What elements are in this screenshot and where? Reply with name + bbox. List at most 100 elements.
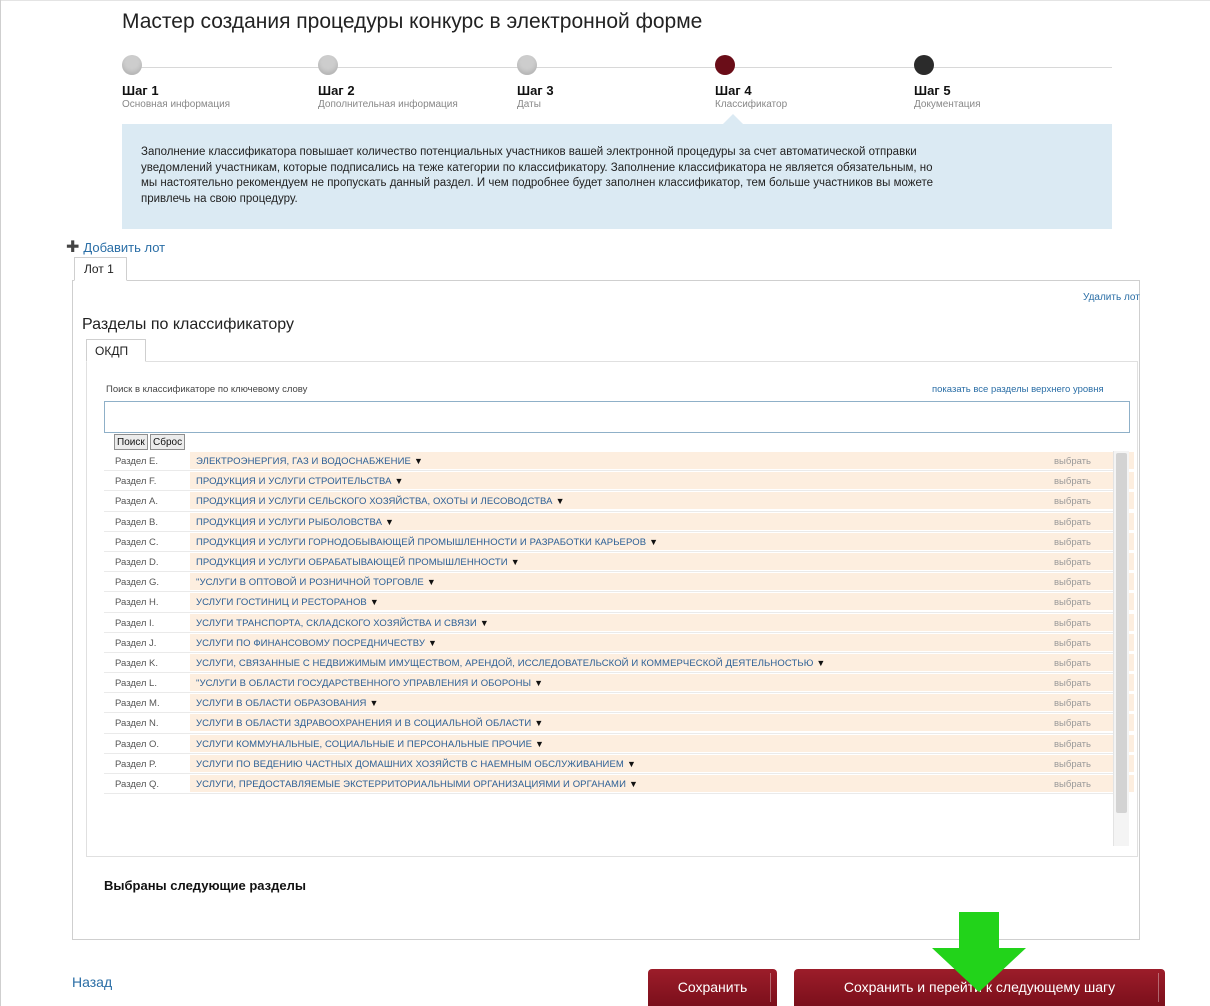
choose-section-link[interactable]: выбрать xyxy=(1054,718,1091,729)
section-name-cell[interactable]: ЭЛЕКТРОЭНЕРГИЯ, ГАЗ И ВОДОСНАБЖЕНИЕ ▼ xyxy=(190,452,1134,469)
section-name[interactable]: УСЛУГИ ПО ВЕДЕНИЮ ЧАСТНЫХ ДОМАШНИХ ХОЗЯЙ… xyxy=(196,759,636,770)
section-name-cell[interactable]: УСЛУГИ ПО ВЕДЕНИЮ ЧАСТНЫХ ДОМАШНИХ ХОЗЯЙ… xyxy=(190,754,1134,772)
step-1[interactable]: Шаг 1 Основная информация xyxy=(122,55,322,110)
expand-caret-icon[interactable]: ▼ xyxy=(816,658,825,668)
choose-section-link[interactable]: выбрать xyxy=(1054,698,1091,709)
choose-section-link[interactable]: выбрать xyxy=(1054,577,1091,588)
choose-section-link[interactable]: выбрать xyxy=(1054,759,1091,770)
expand-caret-icon[interactable]: ▼ xyxy=(480,618,489,628)
section-name[interactable]: УСЛУГИ КОММУНАЛЬНЫЕ, СОЦИАЛЬНЫЕ И ПЕРСОН… xyxy=(196,739,544,750)
section-name[interactable]: ПРОДУКЦИЯ И УСЛУГИ ОБРАБАТЫВАЮЩЕЙ ПРОМЫШ… xyxy=(196,557,520,568)
section-name-cell[interactable]: ПРОДУКЦИЯ И УСЛУГИ СЕЛЬСКОГО ХОЗЯЙСТВА, … xyxy=(190,492,1134,510)
scrollbar-thumb[interactable] xyxy=(1116,453,1127,813)
section-name-cell[interactable]: УСЛУГИ ТРАНСПОРТА, СКЛАДСКОГО ХОЗЯЙСТВА … xyxy=(190,613,1134,631)
choose-section-link[interactable]: выбрать xyxy=(1054,456,1091,467)
section-name-cell[interactable]: УСЛУГИ ПО ФИНАНСОВОМУ ПОСРЕДНИЧЕСТВУ ▼ xyxy=(190,633,1134,651)
section-name-text: УСЛУГИ В ОБЛАСТИ ОБРАЗОВАНИЯ xyxy=(196,698,367,710)
section-name-cell[interactable]: "УСЛУГИ В ОПТОВОЙ И РОЗНИЧНОЙ ТОРГОВЛЕ ▼ xyxy=(190,573,1134,591)
choose-section-link[interactable]: выбрать xyxy=(1054,658,1091,669)
tab-okdp[interactable]: ОКДП xyxy=(86,339,146,362)
expand-caret-icon[interactable]: ▼ xyxy=(627,759,636,769)
classifier-search-input[interactable] xyxy=(104,401,1130,433)
choose-section-link[interactable]: выбрать xyxy=(1054,638,1091,649)
section-code: Раздел J. xyxy=(115,637,157,649)
section-row: Раздел H. УСЛУГИ ГОСТИНИЦ И РЕСТОРАНОВ ▼ … xyxy=(104,592,1134,613)
choose-section-link[interactable]: выбрать xyxy=(1054,537,1091,548)
choose-section-link[interactable]: выбрать xyxy=(1054,476,1091,487)
step-2[interactable]: Шаг 2 Дополнительная информация xyxy=(318,55,518,110)
step-4-indicator xyxy=(715,55,735,75)
info-box: Заполнение классификатора повышает колич… xyxy=(122,124,1112,229)
expand-caret-icon[interactable]: ▼ xyxy=(427,577,436,587)
section-row: Раздел B. ПРОДУКЦИЯ И УСЛУГИ РЫБОЛОВСТВА… xyxy=(104,512,1134,532)
choose-section-link[interactable]: выбрать xyxy=(1054,557,1091,568)
section-name-text: УСЛУГИ В ОБЛАСТИ ЗДРАВООХРАНЕНИЯ И В СОЦ… xyxy=(196,718,532,730)
choose-section-link[interactable]: выбрать xyxy=(1054,678,1091,689)
section-name[interactable]: УСЛУГИ ПО ФИНАНСОВОМУ ПОСРЕДНИЧЕСТВУ ▼ xyxy=(196,638,437,649)
selected-sections-title: Выбраны следующие разделы xyxy=(104,878,306,893)
section-list-scrollbar[interactable] xyxy=(1113,451,1129,846)
section-name-cell[interactable]: ПРОДУКЦИЯ И УСЛУГИ РЫБОЛОВСТВА ▼ xyxy=(190,512,1134,530)
button-edge xyxy=(770,973,771,1002)
section-name[interactable]: УСЛУГИ В ОБЛАСТИ ЗДРАВООХРАНЕНИЯ И В СОЦ… xyxy=(196,718,543,729)
section-name[interactable]: ЭЛЕКТРОЭНЕРГИЯ, ГАЗ И ВОДОСНАБЖЕНИЕ ▼ xyxy=(196,456,423,467)
expand-caret-icon[interactable]: ▼ xyxy=(395,476,404,486)
section-name[interactable]: УСЛУГИ В ОБЛАСТИ ОБРАЗОВАНИЯ ▼ xyxy=(196,698,379,709)
expand-caret-icon[interactable]: ▼ xyxy=(370,597,379,607)
section-name-cell[interactable]: УСЛУГИ В ОБЛАСТИ ЗДРАВООХРАНЕНИЯ И В СОЦ… xyxy=(190,714,1134,732)
search-button[interactable]: Поиск xyxy=(114,434,148,450)
delete-lot-link[interactable]: Удалить лот xyxy=(1083,292,1140,303)
section-name[interactable]: ПРОДУКЦИЯ И УСЛУГИ СТРОИТЕЛЬСТВА ▼ xyxy=(196,476,404,487)
tab-lot-1[interactable]: Лот 1 xyxy=(74,257,127,281)
choose-section-link[interactable]: выбрать xyxy=(1054,739,1091,750)
expand-caret-icon[interactable]: ▼ xyxy=(511,557,520,567)
back-link[interactable]: Назад xyxy=(72,974,112,990)
section-row: Раздел O. УСЛУГИ КОММУНАЛЬНЫЕ, СОЦИАЛЬНЫ… xyxy=(104,734,1134,754)
section-name[interactable]: "УСЛУГИ В ОБЛАСТИ ГОСУДАРСТВЕННОГО УПРАВ… xyxy=(196,678,543,689)
window-top-border xyxy=(0,0,1210,1)
choose-section-link[interactable]: выбрать xyxy=(1054,597,1091,608)
show-all-sections-link[interactable]: показать все разделы верхнего уровня xyxy=(932,384,1104,395)
plus-icon: ✚ xyxy=(66,238,80,256)
section-name[interactable]: ПРОДУКЦИЯ И УСЛУГИ ГОРНОДОБЫВАЮЩЕЙ ПРОМЫ… xyxy=(196,537,658,548)
section-name-cell[interactable]: УСЛУГИ В ОБЛАСТИ ОБРАЗОВАНИЯ ▼ xyxy=(190,694,1134,712)
add-lot-link[interactable]: ✚ Добавить лот xyxy=(66,238,166,256)
expand-caret-icon[interactable]: ▼ xyxy=(534,678,543,688)
expand-caret-icon[interactable]: ▼ xyxy=(535,739,544,749)
expand-caret-icon[interactable]: ▼ xyxy=(534,718,543,728)
section-name[interactable]: ПРОДУКЦИЯ И УСЛУГИ РЫБОЛОВСТВА ▼ xyxy=(196,517,394,528)
expand-caret-icon[interactable]: ▼ xyxy=(629,779,638,789)
reset-button[interactable]: Сброс xyxy=(150,434,186,450)
section-name[interactable]: ПРОДУКЦИЯ И УСЛУГИ СЕЛЬСКОГО ХОЗЯЙСТВА, … xyxy=(196,496,565,507)
button-edge xyxy=(1158,973,1159,1002)
section-name-cell[interactable]: УСЛУГИ, ПРЕДОСТАВЛЯЕМЫЕ ЭКСТЕРРИТОРИАЛЬН… xyxy=(190,775,1134,792)
choose-section-link[interactable]: выбрать xyxy=(1054,618,1091,629)
choose-section-link[interactable]: выбрать xyxy=(1054,517,1091,528)
expand-caret-icon[interactable]: ▼ xyxy=(370,698,379,708)
add-lot-label: Добавить лот xyxy=(83,240,166,255)
section-name-cell[interactable]: "УСЛУГИ В ОБЛАСТИ ГОСУДАРСТВЕННОГО УПРАВ… xyxy=(190,674,1134,692)
choose-section-link[interactable]: выбрать xyxy=(1054,496,1091,507)
section-name[interactable]: УСЛУГИ, ПРЕДОСТАВЛЯЕМЫЕ ЭКСТЕРРИТОРИАЛЬН… xyxy=(196,779,638,790)
section-name[interactable]: УСЛУГИ, СВЯЗАННЫЕ С НЕДВИЖИМЫМ ИМУЩЕСТВО… xyxy=(196,658,825,669)
section-name-cell[interactable]: ПРОДУКЦИЯ И УСЛУГИ ГОРНОДОБЫВАЮЩЕЙ ПРОМЫ… xyxy=(190,532,1134,550)
step-3[interactable]: Шаг 3 Даты xyxy=(517,55,717,110)
section-name-cell[interactable]: ПРОДУКЦИЯ И УСЛУГИ СТРОИТЕЛЬСТВА ▼ xyxy=(190,472,1134,490)
section-name[interactable]: УСЛУГИ ГОСТИНИЦ И РЕСТОРАНОВ ▼ xyxy=(196,597,379,608)
expand-caret-icon[interactable]: ▼ xyxy=(428,638,437,648)
section-name-cell[interactable]: УСЛУГИ, СВЯЗАННЫЕ С НЕДВИЖИМЫМ ИМУЩЕСТВО… xyxy=(190,653,1134,671)
section-row: Раздел J. УСЛУГИ ПО ФИНАНСОВОМУ ПОСРЕДНИ… xyxy=(104,633,1134,653)
section-name[interactable]: УСЛУГИ ТРАНСПОРТА, СКЛАДСКОГО ХОЗЯЙСТВА … xyxy=(196,618,489,629)
choose-section-link[interactable]: выбрать xyxy=(1054,779,1091,790)
section-name-text: ПРОДУКЦИЯ И УСЛУГИ СТРОИТЕЛЬСТВА xyxy=(196,476,392,488)
section-name[interactable]: "УСЛУГИ В ОПТОВОЙ И РОЗНИЧНОЙ ТОРГОВЛЕ ▼ xyxy=(196,577,436,588)
expand-caret-icon[interactable]: ▼ xyxy=(556,496,565,506)
section-name-cell[interactable]: УСЛУГИ КОММУНАЛЬНЫЕ, СОЦИАЛЬНЫЕ И ПЕРСОН… xyxy=(190,734,1134,752)
section-name-cell[interactable]: УСЛУГИ ГОСТИНИЦ И РЕСТОРАНОВ ▼ xyxy=(190,593,1134,611)
expand-caret-icon[interactable]: ▼ xyxy=(385,517,394,527)
section-name-cell[interactable]: ПРОДУКЦИЯ И УСЛУГИ ОБРАБАТЫВАЮЩЕЙ ПРОМЫШ… xyxy=(190,552,1134,570)
expand-caret-icon[interactable]: ▼ xyxy=(649,537,658,547)
save-button[interactable]: Сохранить xyxy=(648,969,777,1006)
step-4-title: Шаг 4 xyxy=(715,83,752,98)
expand-caret-icon[interactable]: ▼ xyxy=(414,456,423,466)
